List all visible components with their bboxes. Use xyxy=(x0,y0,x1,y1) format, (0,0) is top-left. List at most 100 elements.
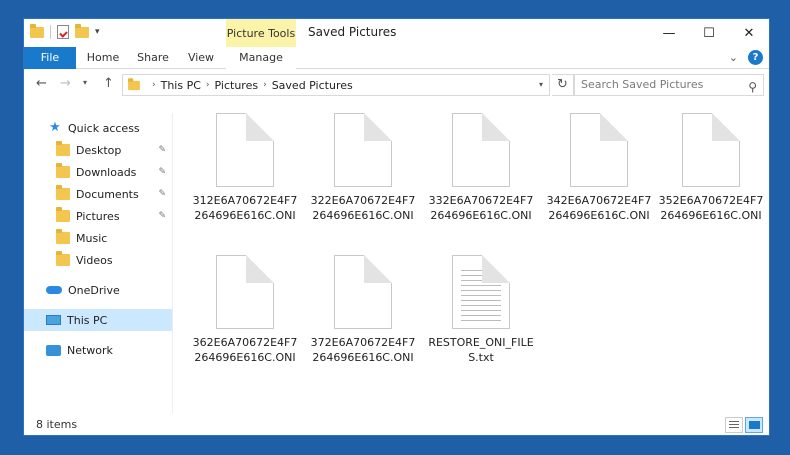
file-list: 312E6A70672E4F7264696E616C.ONI 322E6A706… xyxy=(174,103,769,413)
sidebar-item-music[interactable]: Music xyxy=(24,227,172,249)
blank-file-icon xyxy=(216,255,274,329)
file-name: 312E6A70672E4F7264696E616C.ONI xyxy=(192,194,298,222)
sidebar-item-documents[interactable]: Documents ✎ xyxy=(24,183,172,205)
breadcrumb-this-pc[interactable]: This PC xyxy=(161,79,201,92)
address-dropdown-icon[interactable]: ▾ xyxy=(539,80,543,89)
sidebar-item-label: This PC xyxy=(67,313,108,327)
back-arrow-icon[interactable]: ← xyxy=(36,76,47,91)
sidebar-item-downloads[interactable]: Downloads ✎ xyxy=(24,161,172,183)
large-icons-view-button[interactable] xyxy=(745,417,763,433)
view-switcher xyxy=(725,417,763,433)
sidebar-item-label: Quick access xyxy=(68,121,140,135)
file-item[interactable]: RESTORE_ONI_FILES.txt xyxy=(422,255,540,365)
text-file-icon xyxy=(452,255,510,329)
sidebar-item-label: Music xyxy=(76,231,108,245)
file-name: 362E6A70672E4F7264696E616C.ONI xyxy=(192,336,298,364)
blank-file-icon xyxy=(334,113,392,187)
chevron-right-icon[interactable]: › xyxy=(263,80,267,90)
blank-file-icon xyxy=(216,113,274,187)
file-item[interactable]: 362E6A70672E4F7264696E616C.ONI xyxy=(186,255,304,365)
sidebar-item-network[interactable]: Network xyxy=(24,339,172,361)
toolbar-divider xyxy=(50,25,51,39)
pin-icon[interactable]: ✎ xyxy=(158,211,166,221)
tab-file[interactable]: File xyxy=(24,47,76,69)
pin-icon[interactable]: ✎ xyxy=(158,167,166,177)
cloud-icon xyxy=(46,286,62,294)
context-tab-group-label: Picture Tools xyxy=(226,19,296,47)
breadcrumb-saved-pictures[interactable]: Saved Pictures xyxy=(272,79,353,92)
sidebar-item-label: Downloads xyxy=(76,165,137,179)
search-input[interactable]: Search Saved Pictures ⚲ xyxy=(574,74,764,96)
blank-file-icon xyxy=(682,113,740,187)
maximize-button[interactable]: ☐ xyxy=(689,19,729,47)
sidebar-item-label: Network xyxy=(67,343,113,357)
sidebar-item-label: Pictures xyxy=(76,209,120,223)
folder-icon xyxy=(30,23,44,38)
blank-file-icon xyxy=(334,255,392,329)
sidebar-item-desktop[interactable]: Desktop ✎ xyxy=(24,139,172,161)
file-item[interactable]: 322E6A70672E4F7264696E616C.ONI xyxy=(304,113,422,223)
customize-toolbar-icon[interactable]: ▾ xyxy=(95,27,100,37)
pin-icon[interactable]: ✎ xyxy=(158,189,166,199)
sidebar-item-this-pc[interactable]: This PC xyxy=(24,309,172,331)
new-folder-icon[interactable] xyxy=(75,23,89,38)
network-icon xyxy=(46,344,61,356)
file-name: 342E6A70672E4F7264696E616C.ONI xyxy=(546,194,652,222)
star-icon: ★ xyxy=(49,120,61,135)
file-item[interactable]: 342E6A70672E4F7264696E616C.ONI xyxy=(540,113,658,223)
sidebar-item-pictures[interactable]: Pictures ✎ xyxy=(24,205,172,227)
file-name: 322E6A70672E4F7264696E616C.ONI xyxy=(310,194,416,222)
chevron-down-icon[interactable]: ⌄ xyxy=(729,51,738,64)
chevron-right-icon[interactable]: › xyxy=(152,80,156,90)
search-icon[interactable]: ⚲ xyxy=(748,77,757,97)
ribbon-tabs: File Home Share View Manage ⌄ ? xyxy=(24,47,769,69)
sidebar-item-label: Desktop xyxy=(76,143,122,157)
tab-manage[interactable]: Manage xyxy=(226,47,296,69)
refresh-button[interactable]: ↻ xyxy=(552,74,574,96)
recent-locations-icon[interactable]: ▾ xyxy=(83,78,87,87)
tab-view[interactable]: View xyxy=(186,47,216,69)
details-view-icon xyxy=(729,421,739,429)
file-name: RESTORE_ONI_FILES.txt xyxy=(428,336,534,364)
sidebar-item-quick-access[interactable]: ★ Quick access xyxy=(24,117,172,139)
chevron-right-icon[interactable]: › xyxy=(206,80,210,90)
sidebar-item-label: Videos xyxy=(76,253,113,267)
pane-divider[interactable] xyxy=(172,113,173,413)
tab-home[interactable]: Home xyxy=(86,47,120,69)
file-name: 372E6A70672E4F7264696E616C.ONI xyxy=(310,336,416,364)
explorer-window: ▾ Picture Tools Saved Pictures — ☐ ✕ Fil… xyxy=(23,18,770,436)
minimize-button[interactable]: — xyxy=(649,19,689,47)
blank-file-icon xyxy=(570,113,628,187)
quick-access-toolbar: ▾ xyxy=(30,23,100,39)
navigation-bar: ← → ▾ ↑ › This PC › Pictures › Saved Pic… xyxy=(24,70,769,100)
sidebar-item-videos[interactable]: Videos xyxy=(24,249,172,271)
file-item[interactable]: 332E6A70672E4F7264696E616C.ONI xyxy=(422,113,540,223)
file-item[interactable]: 352E6A70672E4F7264696E616C.ONI xyxy=(652,113,769,223)
navigation-pane: ★ Quick access Desktop ✎ Downloads ✎ Doc… xyxy=(24,113,172,413)
address-bar[interactable]: › This PC › Pictures › Saved Pictures ▾ xyxy=(122,74,550,96)
file-item[interactable]: 312E6A70672E4F7264696E616C.ONI xyxy=(186,113,304,223)
help-icon[interactable]: ? xyxy=(748,50,763,65)
up-arrow-icon[interactable]: ↑ xyxy=(103,76,114,91)
sidebar-item-onedrive[interactable]: OneDrive xyxy=(24,279,172,301)
computer-icon xyxy=(46,315,61,325)
breadcrumb-pictures[interactable]: Pictures xyxy=(215,79,259,92)
title-bar: ▾ Picture Tools Saved Pictures — ☐ ✕ xyxy=(24,19,769,47)
tab-share[interactable]: Share xyxy=(136,47,170,69)
blank-file-icon xyxy=(452,113,510,187)
file-name: 352E6A70672E4F7264696E616C.ONI xyxy=(658,194,764,222)
large-icons-view-icon xyxy=(748,421,760,429)
folder-icon xyxy=(56,163,70,178)
folder-icon xyxy=(56,229,70,244)
window-title: Saved Pictures xyxy=(308,25,397,39)
close-button[interactable]: ✕ xyxy=(729,19,769,47)
forward-arrow-icon[interactable]: → xyxy=(60,76,71,91)
pin-icon[interactable]: ✎ xyxy=(158,145,166,155)
properties-icon[interactable] xyxy=(57,25,69,39)
details-view-button[interactable] xyxy=(725,417,743,433)
folder-icon xyxy=(56,207,70,222)
folder-icon xyxy=(56,185,70,200)
file-item[interactable]: 372E6A70672E4F7264696E616C.ONI xyxy=(304,255,422,365)
item-count: 8 items xyxy=(36,418,78,431)
folder-icon xyxy=(56,251,70,266)
